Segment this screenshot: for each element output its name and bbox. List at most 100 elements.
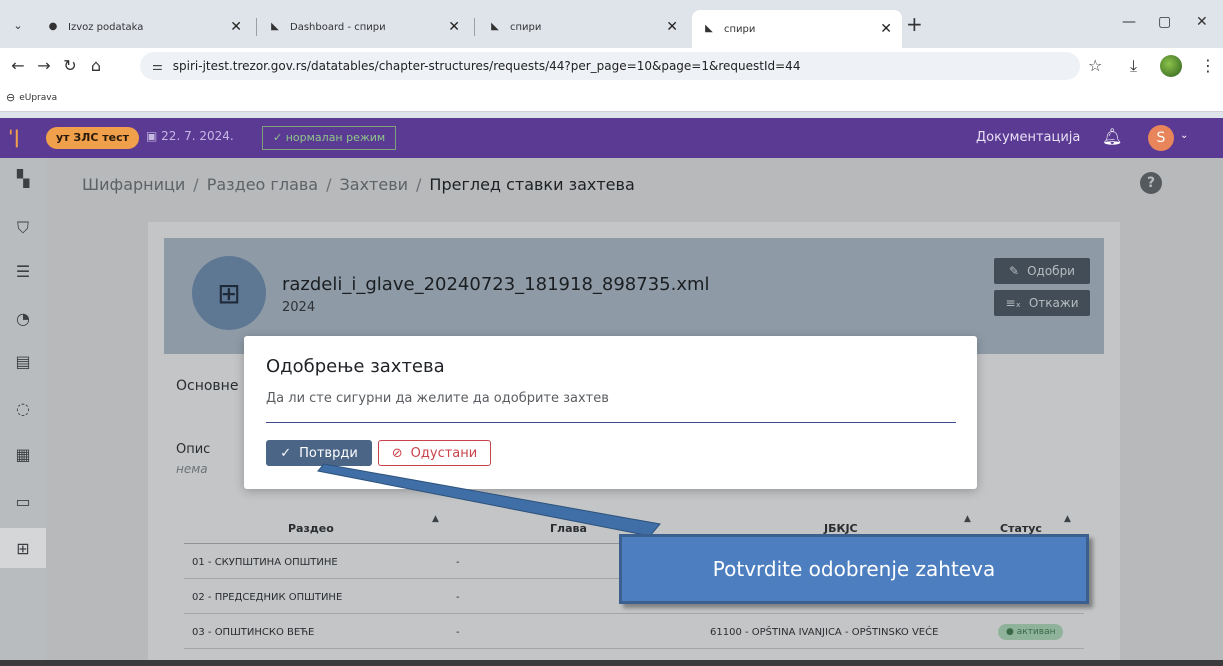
- back-arrow-icon[interactable]: ←: [8, 56, 28, 75]
- forward-arrow-icon[interactable]: →: [34, 56, 54, 75]
- breadcrumb-current: Преглед ставки захтева: [429, 175, 635, 194]
- cell-glava: -: [456, 592, 460, 603]
- modal-message: Да ли сте сигурни да желите да одобрите …: [266, 391, 609, 406]
- cell-razdeo: 03 - ОПШТИНСКО ВЕЋЕ: [192, 627, 315, 638]
- sidebar-dashboard-icon[interactable]: ▚: [0, 158, 46, 198]
- browser-tab-izvoz[interactable]: ● Izvoz podataka ✕: [36, 12, 252, 42]
- app-logo-icon[interactable]: ˈ|: [8, 127, 20, 148]
- sidebar-list-icon[interactable]: ☰: [0, 251, 46, 291]
- browser-menu-icon[interactable]: ⋮: [1200, 56, 1216, 75]
- column-header-razdeo[interactable]: Раздео: [288, 522, 334, 535]
- sidebar-money-icon[interactable]: ▭: [0, 481, 46, 521]
- modal-title: Одобрење захтева: [266, 356, 445, 377]
- browser-profile-avatar[interactable]: [1160, 55, 1182, 77]
- header-date-text: 22. 7. 2024.: [161, 129, 234, 143]
- sidebar-check-circle-icon[interactable]: ◌: [0, 388, 46, 428]
- breadcrumb-item[interactable]: Захтеви: [340, 175, 409, 194]
- check-icon: ✓: [280, 445, 292, 461]
- bookmark-euprava[interactable]: eUprava: [19, 93, 57, 103]
- cancel-circle-icon: ⊘: [391, 445, 403, 461]
- browser-tab-spiri[interactable]: ◣ спири ✕: [478, 12, 688, 42]
- reject-label: Откажи: [1028, 296, 1079, 310]
- cell-razdeo: 02 - ПРЕДСЕДНИК ОПШТИНЕ: [192, 592, 343, 603]
- browser-tab-spiri-active[interactable]: ◣ спири ✕: [692, 10, 902, 48]
- euprava-icon: ⊖: [6, 91, 16, 104]
- description-value: нема: [176, 462, 208, 476]
- sidebar-shield-icon[interactable]: ⛉: [0, 208, 46, 248]
- download-icon[interactable]: ⤓: [1130, 56, 1137, 76]
- new-tab-plus-icon[interactable]: +: [906, 12, 923, 36]
- basic-section-label: Основне: [176, 378, 239, 394]
- modal-divider: [266, 422, 956, 423]
- sort-asc-icon[interactable]: ▲: [1064, 514, 1071, 524]
- approve-request-modal: Одобрење захтева Да ли сте сигурни да же…: [244, 336, 977, 489]
- calendar-icon: ▣: [146, 129, 158, 143]
- approve-button[interactable]: ✎ Одобри: [994, 258, 1090, 284]
- browser-tab-bar: ⌄ ● Izvoz podataka ✕ ◣ Dashboard - спири…: [0, 0, 1223, 50]
- approve-label: Одобри: [1027, 264, 1075, 278]
- url-input[interactable]: ⚌ spiri-jtest.trezor.gov.rs/datatables/c…: [140, 52, 1080, 80]
- reload-icon[interactable]: ↻: [60, 56, 80, 75]
- status-text: активан: [1016, 627, 1056, 637]
- tab-separator: [256, 18, 257, 36]
- table-row[interactable]: 03 - ОПШТИНСКО ВЕЋЕ - 61100 - OPŠTINA IV…: [184, 615, 1084, 649]
- minimize-icon[interactable]: —: [1122, 14, 1136, 30]
- bookmark-star-icon[interactable]: ☆: [1088, 56, 1102, 75]
- breadcrumb-separator: /: [416, 175, 422, 194]
- cancel-button[interactable]: ⊘ Одустани: [378, 440, 491, 466]
- help-icon[interactable]: ?: [1140, 172, 1162, 194]
- sidebar-chart-icon[interactable]: ◔: [0, 298, 46, 338]
- site-info-icon[interactable]: ⚌: [152, 59, 163, 73]
- bell-icon[interactable]: 🔔︎: [1102, 127, 1122, 146]
- breadcrumb-item[interactable]: Шифарници: [82, 175, 185, 194]
- tab-label: спири: [724, 23, 756, 35]
- spiri-favicon-icon: ◣: [271, 21, 279, 32]
- breadcrumb-item[interactable]: Раздео глава: [207, 175, 318, 194]
- app-header: ˈ| ут ЗЛС тест ▣ 22. 7. 2024. ✓ нормалан…: [0, 118, 1223, 158]
- sidebar-table-icon[interactable]: ⊞: [0, 528, 46, 568]
- close-icon[interactable]: ✕: [880, 21, 892, 37]
- close-icon[interactable]: ✕: [448, 19, 460, 35]
- cell-glava: -: [456, 627, 460, 638]
- pencil-icon: ✎: [1009, 264, 1020, 278]
- cell-razdeo: 01 - СКУПШТИНА ОПШТИНЕ: [192, 557, 338, 568]
- file-name: razdeli_i_glave_20240723_181918_898735.x…: [282, 274, 710, 295]
- column-header-glava[interactable]: Глава: [550, 522, 587, 535]
- sort-asc-icon[interactable]: ▲: [432, 514, 439, 524]
- file-year: 2024: [282, 300, 316, 315]
- chevron-down-icon[interactable]: ⌄: [1180, 130, 1188, 141]
- browser-tab-dashboard[interactable]: ◣ Dashboard - спири ✕: [258, 12, 470, 42]
- user-avatar[interactable]: S: [1148, 125, 1174, 151]
- sidebar-clipboard-icon[interactable]: ▤: [0, 341, 46, 381]
- breadcrumb-separator: /: [193, 175, 199, 194]
- tab-search-chevron-icon[interactable]: ⌄: [8, 16, 28, 36]
- tab-separator: [474, 18, 475, 36]
- confirm-label: Потврди: [299, 445, 358, 461]
- browser-address-bar: ← → ↻ ⌂ ⚌ spiri-jtest.trezor.gov.rs/data…: [0, 48, 1223, 84]
- environment-badge[interactable]: ут ЗЛС тест: [46, 127, 139, 149]
- cell-glava: -: [456, 557, 460, 568]
- mode-text: нормалан режим: [285, 131, 386, 144]
- close-icon[interactable]: ✕: [230, 19, 242, 35]
- reject-button[interactable]: ≡ₓ Откажи: [994, 290, 1090, 316]
- close-icon[interactable]: ✕: [666, 19, 678, 35]
- breadcrumb-separator: /: [326, 175, 332, 194]
- maximize-icon[interactable]: ▢: [1158, 14, 1171, 30]
- mode-badge: ✓ нормалан режим: [262, 126, 397, 150]
- library-add-icon: ⊞: [217, 276, 241, 310]
- callout-text: Potvrdite odobrenje zahteva: [712, 557, 996, 581]
- cell-jbkjs: 61100 - OPŠTINA IVANJICA - OPŠTINSKO VEĆ…: [710, 627, 939, 638]
- confirm-button[interactable]: ✓ Потврди: [266, 440, 372, 466]
- app-sidebar: ▚ ⛉ ☰ ◔ ▤ ◌ ▦ ▭ ⊞: [0, 158, 46, 666]
- globe-icon: ●: [48, 21, 58, 32]
- tab-label: Izvoz podataka: [68, 21, 144, 33]
- tab-label: Dashboard - спири: [290, 21, 386, 33]
- url-text: spiri-jtest.trezor.gov.rs/datatables/cha…: [172, 59, 801, 73]
- home-icon[interactable]: ⌂: [86, 56, 106, 75]
- window-close-icon[interactable]: ✕: [1196, 14, 1208, 30]
- documentation-link[interactable]: Документација: [976, 130, 1080, 145]
- sort-asc-icon[interactable]: ▲: [964, 514, 971, 524]
- bookmarks-bar: ⊖ eUprava: [0, 84, 1223, 112]
- header-date: ▣ 22. 7. 2024.: [146, 129, 234, 143]
- sidebar-calculator-icon[interactable]: ▦: [0, 434, 46, 474]
